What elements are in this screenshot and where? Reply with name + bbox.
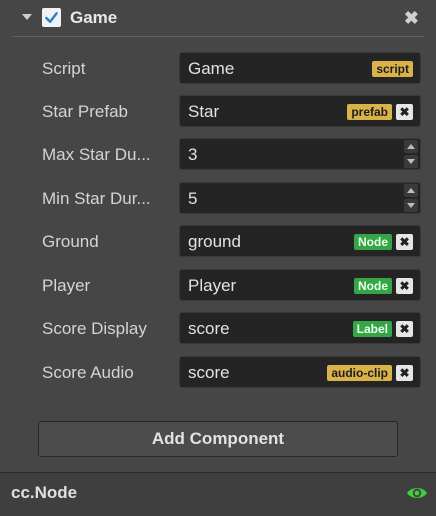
field-value: 3: [188, 145, 198, 164]
decrement-button[interactable]: [404, 199, 418, 212]
property-label: Score Audio: [42, 363, 134, 382]
type-badge: audio-clip: [327, 365, 392, 381]
property-row-score-audio: Score Audio score audio-clip ✖: [0, 356, 436, 390]
component-title: Game: [70, 8, 118, 27]
property-label: Max Star Du...: [42, 145, 151, 164]
property-label: Star Prefab: [42, 102, 128, 121]
property-row-player: Player Player Node ✖: [0, 269, 436, 303]
clear-button[interactable]: ✖: [396, 321, 413, 337]
field-value: score: [188, 319, 230, 338]
property-label: Script: [42, 59, 86, 78]
field-value: Game: [188, 59, 235, 78]
triangle-down-icon[interactable]: [22, 14, 32, 20]
number-stepper: [402, 183, 420, 213]
type-badge: script: [372, 61, 413, 77]
close-icon[interactable]: ✖: [404, 9, 419, 27]
clear-button[interactable]: ✖: [396, 104, 413, 120]
star-prefab-field[interactable]: Star prefab ✖: [179, 95, 421, 127]
property-row-script: Script Game script: [0, 52, 436, 86]
field-value: score: [188, 363, 230, 382]
min-star-duration-input[interactable]: 5: [179, 182, 421, 214]
type-badge: Node: [354, 234, 392, 250]
clear-button[interactable]: ✖: [396, 365, 413, 381]
type-badge: prefab: [347, 104, 392, 120]
property-label: Min Star Dur...: [42, 189, 151, 208]
field-value: 5: [188, 189, 198, 208]
number-stepper: [402, 139, 420, 169]
add-component-button[interactable]: Add Component: [38, 421, 398, 457]
property-label: Score Display: [42, 319, 147, 338]
type-badge: Label: [352, 321, 392, 337]
property-row-score-display: Score Display score Label ✖: [0, 312, 436, 346]
component-header: Game ✖: [0, 0, 436, 36]
clear-button[interactable]: ✖: [396, 234, 413, 250]
eye-icon[interactable]: [406, 485, 428, 501]
property-row-max-star-duration: Max Star Du... 3: [0, 138, 436, 172]
field-value: ground: [188, 232, 241, 251]
type-badge: Node: [354, 278, 392, 294]
increment-button[interactable]: [404, 184, 418, 197]
checkmark-icon: [45, 12, 58, 23]
script-field[interactable]: Game script: [179, 52, 421, 84]
max-star-duration-input[interactable]: 3: [179, 138, 421, 170]
node-type-label: cc.Node: [11, 483, 78, 502]
node-footer: cc.Node: [0, 472, 436, 516]
property-label: Ground: [42, 232, 99, 251]
header-divider: [12, 36, 424, 37]
decrement-button[interactable]: [404, 155, 418, 168]
enabled-checkbox[interactable]: [42, 8, 61, 27]
property-row-star-prefab: Star Prefab Star prefab ✖: [0, 95, 436, 129]
field-value: Player: [188, 276, 237, 295]
clear-button[interactable]: ✖: [396, 278, 413, 294]
property-row-ground: Ground ground Node ✖: [0, 225, 436, 259]
field-value: Star: [188, 102, 220, 121]
player-field[interactable]: Player Node ✖: [179, 269, 421, 301]
property-label: Player: [42, 276, 91, 295]
score-audio-field[interactable]: score audio-clip ✖: [179, 356, 421, 388]
ground-field[interactable]: ground Node ✖: [179, 225, 421, 257]
increment-button[interactable]: [404, 140, 418, 153]
score-display-field[interactable]: score Label ✖: [179, 312, 421, 344]
property-row-min-star-duration: Min Star Dur... 5: [0, 182, 436, 216]
